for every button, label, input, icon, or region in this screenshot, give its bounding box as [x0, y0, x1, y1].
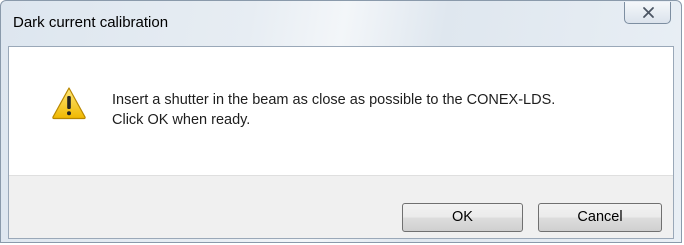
ok-button[interactable]: OK — [402, 203, 523, 232]
warning-icon — [52, 87, 86, 120]
cancel-button[interactable]: Cancel — [538, 203, 662, 232]
title-bar[interactable]: Dark current calibration — [1, 1, 681, 45]
message-line-2: Click OK when ready. — [112, 112, 251, 128]
message-area: Insert a shutter in the beam as close as… — [9, 47, 673, 175]
dialog-window: Dark current calibration Insert a shutte… — [0, 0, 682, 243]
window-title: Dark current calibration — [13, 14, 169, 31]
close-button[interactable] — [624, 2, 671, 24]
message-text: Insert a shutter in the beam as close as… — [112, 90, 555, 130]
dialog-client-area: Insert a shutter in the beam as close as… — [8, 46, 674, 239]
close-icon — [643, 7, 654, 18]
message-line-1: Insert a shutter in the beam as close as… — [112, 92, 556, 108]
button-area: OK Cancel — [9, 175, 673, 238]
